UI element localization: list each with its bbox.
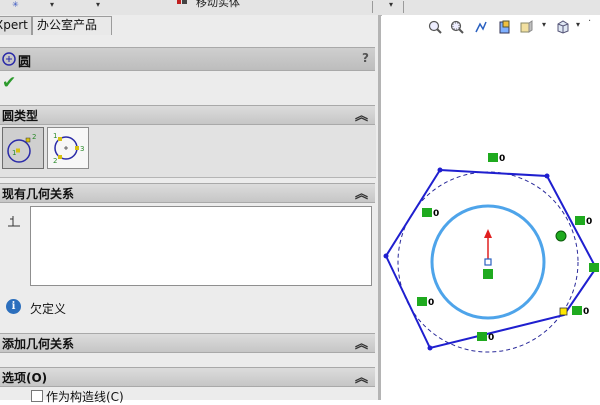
status-text: 欠定义: [30, 302, 67, 316]
relation-badge: 0: [422, 208, 439, 219]
section-label: 圆类型: [2, 109, 39, 123]
circle-center-point[interactable]: [484, 258, 492, 266]
view-toolbar: ▾ ▾ ·: [428, 16, 600, 40]
move-entities-button[interactable]: 移动实体: [196, 0, 240, 10]
circle-icon: [2, 52, 16, 66]
relation-label: 0: [586, 217, 592, 227]
mark-label: 2: [32, 133, 36, 141]
relation-badge: 0: [488, 153, 505, 164]
tangent-relation-icon: [555, 230, 567, 242]
panel-border: [378, 15, 381, 400]
mark-label: 1: [53, 132, 57, 140]
chevron-up-icon[interactable]: ︽: [355, 367, 368, 386]
dropdown-arrow-icon[interactable]: ▾: [389, 0, 393, 9]
toolbar-separator: [372, 1, 373, 13]
relation-label: 0: [428, 298, 434, 308]
dropdown-arrow-icon[interactable]: ▾: [50, 0, 54, 9]
move-entities-icon[interactable]: [176, 0, 188, 6]
section-label: 选项(O): [2, 371, 48, 385]
circle-type-options: 1 2 1 2 3: [0, 125, 376, 178]
center-circle-button[interactable]: 1 2: [2, 127, 44, 169]
perimeter-circle-button[interactable]: 1 2 3: [47, 127, 89, 169]
toolbar-separator: [403, 1, 404, 13]
help-icon[interactable]: ?: [362, 51, 369, 65]
coincident-relation-icon: [483, 269, 493, 279]
sketch-canvas: 0 0 0 0 0 0: [383, 153, 599, 353]
construction-checkbox-label: 作为构造线(C): [46, 390, 124, 404]
dropdown-arrow-icon[interactable]: ▾: [576, 20, 580, 29]
relation-label: 0: [499, 154, 505, 164]
section-label: 现有几何关系: [2, 187, 75, 201]
selected-endpoint[interactable]: [559, 307, 568, 316]
property-manager-header: 圆 ?: [0, 47, 375, 71]
page-title: 圆: [18, 55, 32, 70]
display-style-icon[interactable]: [556, 20, 570, 34]
vertex-point[interactable]: [437, 167, 443, 173]
relation-badge: 0: [417, 297, 434, 308]
relation-badge: 0: [575, 216, 592, 227]
vertex-point[interactable]: [427, 345, 433, 351]
mark-label: 2: [53, 157, 57, 165]
origin-arrow-icon: [484, 229, 492, 238]
perimeter-circle-icon: 1 2 3: [53, 132, 84, 165]
vertex-point[interactable]: [544, 173, 550, 179]
view-orientation-icon[interactable]: [520, 20, 534, 34]
section-add-relations[interactable]: 添加几何关系 ︽: [0, 333, 375, 353]
tab-xpert[interactable]: Xpert: [0, 16, 32, 35]
relation-badge: 0: [477, 332, 494, 343]
dropdown-arrow-icon[interactable]: ▾: [542, 20, 546, 29]
chevron-up-icon[interactable]: ︽: [355, 183, 368, 202]
ok-check-icon[interactable]: ✔: [2, 73, 16, 93]
chevron-up-icon[interactable]: ︽: [355, 105, 368, 124]
relation-badge: [589, 263, 599, 272]
tab-office-products[interactable]: 办公室产品: [32, 16, 112, 35]
section-label: 添加几何关系: [2, 337, 75, 351]
relation-label: 0: [433, 209, 439, 219]
previous-view-icon[interactable]: [474, 20, 488, 34]
mark-label: 3: [80, 145, 84, 153]
center-circle-icon: 1 2: [7, 133, 36, 163]
mark-label: 1: [12, 149, 16, 157]
existing-relations-list[interactable]: [30, 206, 372, 286]
chevron-up-icon[interactable]: ︽: [355, 333, 368, 352]
more-icon[interactable]: ·: [588, 16, 591, 27]
construction-checkbox[interactable]: [31, 390, 43, 402]
property-manager-panel: Xpert 办公室产品 圆 ? ✔ 圆类型 ︽ 1 2: [0, 15, 381, 404]
zoom-to-fit-icon[interactable]: [428, 20, 442, 34]
relation-badge: 0: [572, 306, 589, 317]
info-icon: i: [6, 299, 21, 314]
section-circle-type[interactable]: 圆类型 ︽: [0, 105, 375, 125]
vertex-point[interactable]: [383, 253, 389, 259]
relation-icon: [8, 216, 20, 227]
relation-label: 0: [583, 307, 589, 317]
relation-label: 0: [488, 333, 494, 343]
section-existing-relations[interactable]: 现有几何关系 ︽: [0, 183, 375, 203]
toolbar-star-icon[interactable]: ✳: [12, 0, 19, 9]
section-options[interactable]: 选项(O) ︽: [0, 367, 375, 387]
top-toolbar: ✳ ▾ ▾ 移动实体 ▾: [0, 0, 600, 16]
section-view-icon[interactable]: [498, 20, 512, 34]
zoom-area-icon[interactable]: [450, 20, 464, 34]
dropdown-arrow-icon[interactable]: ▾: [96, 0, 100, 9]
